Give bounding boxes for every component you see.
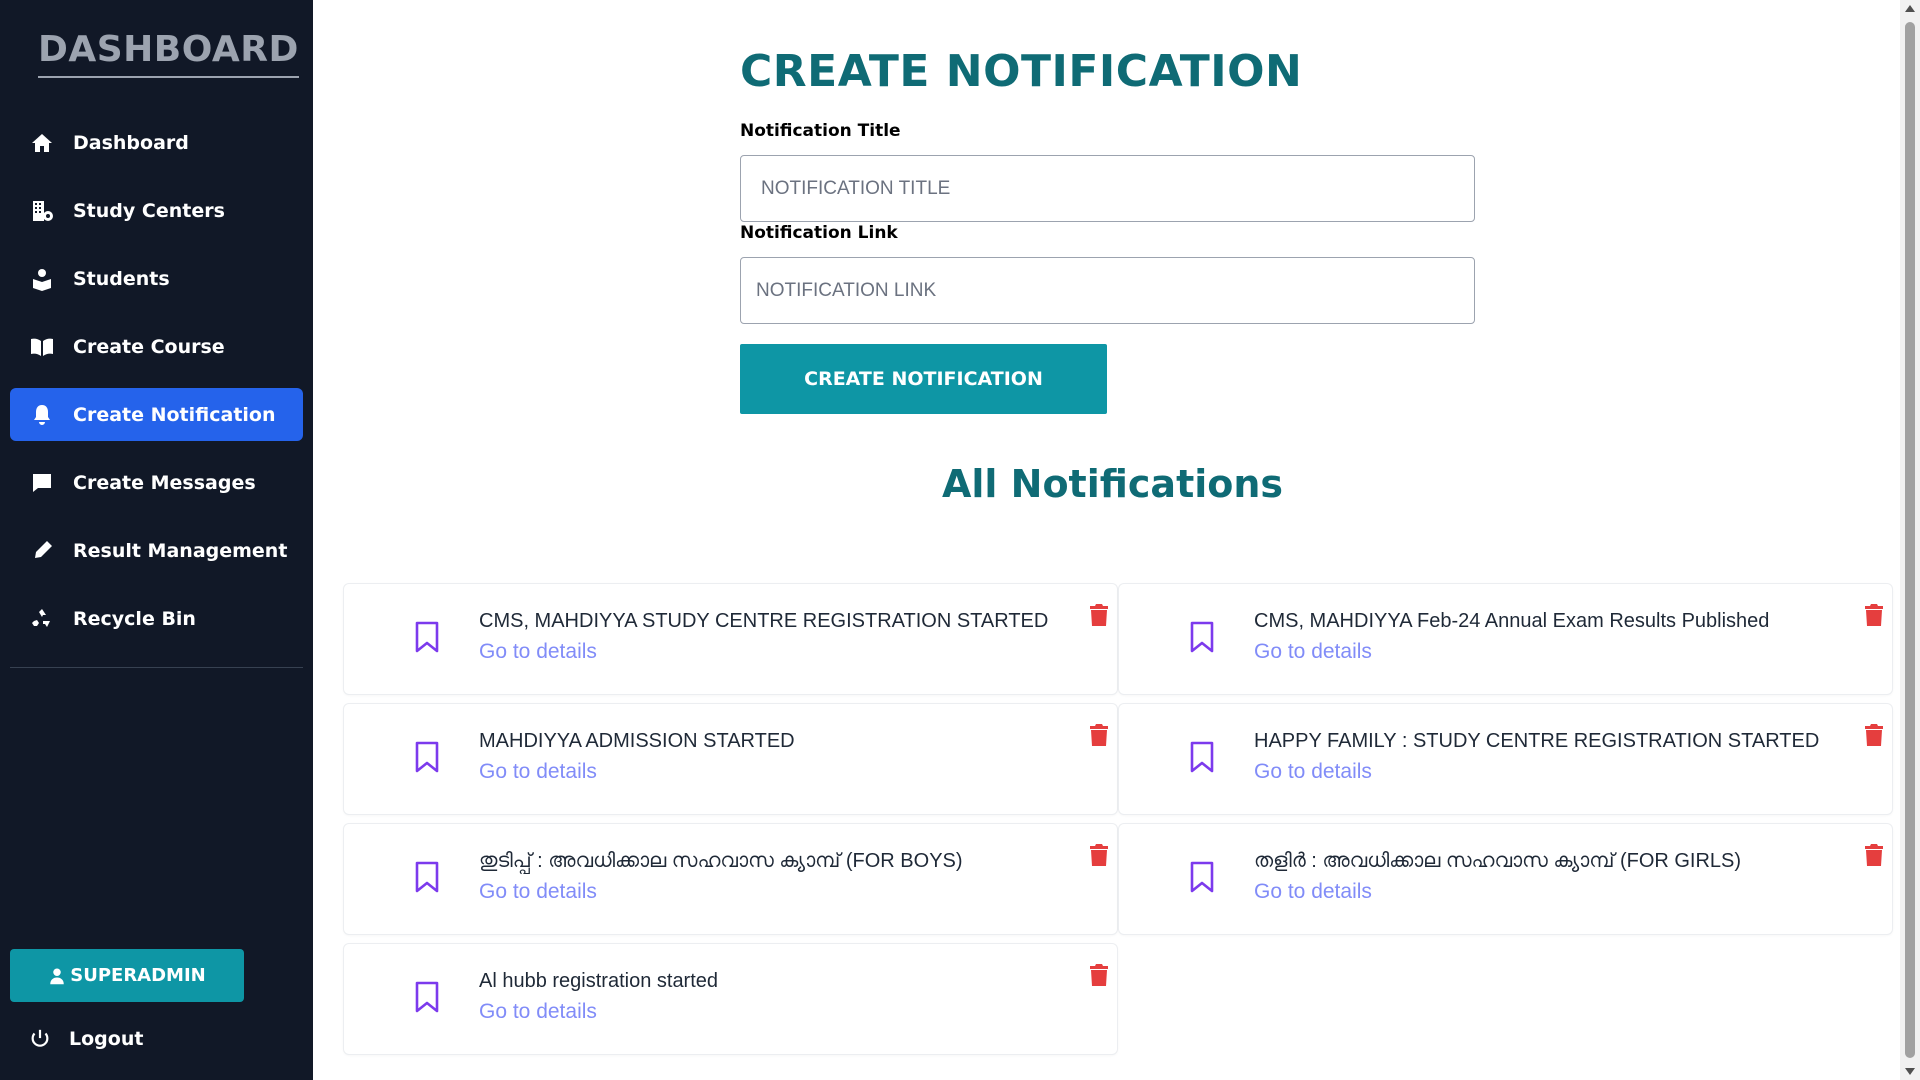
- notification-title: CMS, MAHDIYYA Feb-24 Annual Exam Results…: [1254, 610, 1770, 632]
- main-content: CREATE NOTIFICATION Notification Title N…: [313, 0, 1900, 1080]
- superadmin-button[interactable]: SUPERADMIN: [10, 949, 244, 1002]
- notification-card: HAPPY FAMILY : STUDY CENTRE REGISTRATION…: [1118, 703, 1893, 815]
- notification-title: തുടിപ്പ് : അവധിക്കാല സഹവാസ ക്യാമ്പ് (FOR…: [479, 850, 963, 872]
- bookmark-icon: [1189, 741, 1215, 773]
- notification-card: MAHDIYYA ADMISSION STARTED Go to details: [343, 703, 1118, 815]
- sidebar-item-result-management[interactable]: Result Management: [10, 524, 303, 577]
- sidebar-item-label: Create Notification: [73, 403, 276, 426]
- create-notification-button[interactable]: CREATE NOTIFICATION: [740, 344, 1107, 414]
- book-icon: [29, 334, 55, 360]
- notification-card: CMS, MAHDIYYA Feb-24 Annual Exam Results…: [1118, 583, 1893, 695]
- sidebar-item-dashboard[interactable]: Dashboard: [10, 116, 303, 169]
- brand-title: DASHBOARD: [38, 26, 299, 78]
- go-to-details-link[interactable]: Go to details: [1254, 880, 1372, 904]
- scroll-down-icon[interactable]: [1905, 1068, 1915, 1075]
- notification-card: Al hubb registration started Go to detai…: [343, 943, 1118, 1055]
- students-icon: [29, 266, 55, 292]
- notification-card: CMS, MAHDIYYA STUDY CENTRE REGISTRATION …: [343, 583, 1118, 695]
- bookmark-icon: [1189, 621, 1215, 653]
- go-to-details-link[interactable]: Go to details: [479, 640, 597, 664]
- sidebar-item-label: Study Centers: [73, 199, 225, 222]
- sidebar-item-label: Create Course: [73, 335, 225, 358]
- sidebar-item-label: Create Messages: [73, 471, 256, 494]
- trash-icon[interactable]: [1090, 604, 1108, 626]
- all-notifications-heading-text: All Notifications: [941, 462, 1284, 506]
- sidebar-item-students[interactable]: Students: [10, 252, 303, 305]
- sidebar-divider: [10, 667, 303, 668]
- trash-icon[interactable]: [1865, 604, 1883, 626]
- trash-icon[interactable]: [1090, 844, 1108, 866]
- go-to-details-link[interactable]: Go to details: [1254, 760, 1372, 784]
- sidebar: DASHBOARD Dashboard Study Centers Studen…: [0, 0, 313, 1080]
- notification-card: തുടിപ്പ് : അവധിക്കാല സഹവാസ ക്യാമ്പ് (FOR…: [343, 823, 1118, 935]
- bookmark-icon: [414, 861, 440, 893]
- notification-title: CMS, MAHDIYYA STUDY CENTRE REGISTRATION …: [479, 610, 1049, 632]
- message-icon: [29, 470, 55, 496]
- notification-link-label: Notification Link: [740, 223, 898, 243]
- all-notifications-heading: All Notifications: [313, 462, 1900, 506]
- sidebar-item-create-course[interactable]: Create Course: [10, 320, 303, 373]
- scroll-up-icon[interactable]: [1905, 5, 1915, 12]
- sidebar-nav: Dashboard Study Centers Students Create …: [10, 116, 303, 660]
- bell-icon: [29, 402, 55, 428]
- notification-link-input[interactable]: [740, 257, 1475, 324]
- notification-title-input[interactable]: [740, 155, 1475, 222]
- bookmark-icon: [1189, 861, 1215, 893]
- pen-icon: [29, 538, 55, 564]
- logout-label: Logout: [69, 1028, 144, 1050]
- scrollbar-thumb[interactable]: [1905, 22, 1915, 1058]
- notification-title: Al hubb registration started: [479, 970, 719, 992]
- sidebar-item-study-centers[interactable]: Study Centers: [10, 184, 303, 237]
- user-icon: [50, 968, 64, 984]
- notification-title: HAPPY FAMILY : STUDY CENTRE REGISTRATION…: [1254, 730, 1820, 752]
- bookmark-icon: [414, 621, 440, 653]
- trash-icon[interactable]: [1090, 724, 1108, 746]
- superadmin-label: SUPERADMIN: [70, 965, 206, 986]
- sidebar-item-label: Recycle Bin: [73, 607, 196, 630]
- building-icon: [29, 198, 55, 224]
- recycle-icon: [29, 606, 55, 632]
- notification-card: തളിർ : അവധിക്കാല സഹവാസ ക്യാമ്പ് (FOR GIR…: [1118, 823, 1893, 935]
- go-to-details-link[interactable]: Go to details: [1254, 640, 1372, 664]
- go-to-details-link[interactable]: Go to details: [479, 880, 597, 904]
- trash-icon[interactable]: [1090, 964, 1108, 986]
- sidebar-item-create-notification[interactable]: Create Notification: [10, 388, 303, 441]
- notification-title-label: Notification Title: [740, 121, 901, 141]
- trash-icon[interactable]: [1865, 724, 1883, 746]
- go-to-details-link[interactable]: Go to details: [479, 760, 597, 784]
- sidebar-item-label: Students: [73, 267, 170, 290]
- notification-title: തളിർ : അവധിക്കാല സഹവാസ ക്യാമ്പ് (FOR GIR…: [1254, 850, 1742, 872]
- go-to-details-link[interactable]: Go to details: [479, 1000, 597, 1024]
- notification-title: MAHDIYYA ADMISSION STARTED: [479, 730, 795, 752]
- home-icon: [29, 130, 55, 156]
- page-title: CREATE NOTIFICATION: [740, 46, 1303, 97]
- bookmark-icon: [414, 981, 440, 1013]
- sidebar-item-recycle-bin[interactable]: Recycle Bin: [10, 592, 303, 645]
- vertical-scrollbar[interactable]: [1900, 0, 1920, 1080]
- sidebar-item-create-messages[interactable]: Create Messages: [10, 456, 303, 509]
- bookmark-icon: [414, 741, 440, 773]
- trash-icon[interactable]: [1865, 844, 1883, 866]
- logout-button[interactable]: Logout: [29, 1028, 143, 1050]
- power-icon: [31, 1029, 49, 1047]
- sidebar-item-label: Dashboard: [73, 131, 189, 154]
- sidebar-item-label: Result Management: [73, 539, 288, 562]
